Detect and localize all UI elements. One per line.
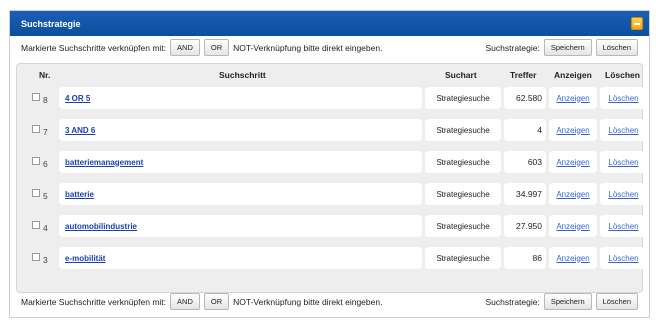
or-button[interactable]: OR — [203, 39, 230, 56]
show-cell: Anzeigen — [549, 183, 597, 205]
header-hits: Treffer — [510, 70, 537, 80]
step-link[interactable]: automobilindustrie — [65, 222, 137, 231]
delete-cell: Löschen — [600, 247, 647, 269]
table-header: Nr. Suchschritt Suchart Treffer Anzeigen… — [17, 68, 642, 84]
hits-cell: 4 — [504, 119, 546, 141]
show-link[interactable]: Anzeigen — [556, 254, 589, 263]
delete-cell: Löschen — [600, 151, 647, 173]
type-cell: Strategiesuche — [425, 119, 501, 141]
delete-link[interactable]: Löschen — [608, 190, 638, 199]
and-button[interactable]: AND — [170, 39, 200, 56]
row-checkbox[interactable] — [32, 253, 40, 261]
combine-label: Markierte Suchschritte verknüpfen mit: — [21, 42, 167, 53]
not-hint: NOT-Verknüpfung bitte direkt eingeben. — [233, 42, 383, 53]
row-number: 8 — [43, 95, 48, 105]
strategy-label: Suchstrategie: — [485, 42, 540, 53]
row-checkbox[interactable] — [32, 221, 40, 229]
delete-cell: Löschen — [600, 119, 647, 141]
step-cell: e-mobilität — [59, 247, 422, 269]
delete-link[interactable]: Löschen — [608, 94, 638, 103]
search-steps-table: Nr. Suchschritt Suchart Treffer Anzeigen… — [16, 63, 647, 293]
step-cell: batteriemanagement — [59, 151, 422, 173]
hits-cell: 27.950 — [504, 215, 546, 237]
hits-cell: 86 — [504, 247, 546, 269]
type-cell: Strategiesuche — [425, 183, 501, 205]
type-cell: Strategiesuche — [425, 151, 501, 173]
show-link[interactable]: Anzeigen — [556, 158, 589, 167]
step-link[interactable]: batteriemanagement — [65, 158, 143, 167]
step-link[interactable]: e-mobilität — [65, 254, 105, 263]
table-row: 6 batteriemanagement Strategiesuche 603 … — [17, 151, 647, 173]
show-cell: Anzeigen — [549, 87, 597, 109]
delete-link[interactable]: Löschen — [608, 158, 638, 167]
header-step: Suchschritt — [219, 70, 266, 80]
header-nr: Nr. — [39, 70, 51, 80]
panel-title: Suchstrategie — [21, 18, 81, 29]
delete-strategy-button[interactable]: Löschen — [595, 293, 638, 310]
delete-cell: Löschen — [600, 215, 647, 237]
delete-link[interactable]: Löschen — [608, 126, 638, 135]
row-number: 3 — [43, 255, 48, 265]
hits-cell: 603 — [504, 151, 546, 173]
strategy-label: Suchstrategie: — [485, 296, 540, 307]
show-cell: Anzeigen — [549, 215, 597, 237]
delete-link[interactable]: Löschen — [608, 254, 638, 263]
type-cell: Strategiesuche — [425, 87, 501, 109]
delete-link[interactable]: Löschen — [608, 222, 638, 231]
step-link[interactable]: 3 AND 6 — [65, 126, 95, 135]
row-number: 7 — [43, 127, 48, 137]
save-button[interactable]: Speichern — [543, 293, 592, 310]
show-link[interactable]: Anzeigen — [556, 126, 589, 135]
bottom-toolbar: Markierte Suchschritte verknüpfen mit: A… — [10, 290, 649, 313]
search-strategy-panel: Suchstrategie Markierte Suchschritte ver… — [9, 10, 650, 318]
collapse-icon[interactable] — [631, 17, 643, 30]
delete-cell: Löschen — [600, 183, 647, 205]
delete-cell: Löschen — [600, 87, 647, 109]
show-cell: Anzeigen — [549, 151, 597, 173]
table-row: 5 batterie Strategiesuche 34.997 Anzeige… — [17, 183, 647, 205]
row-checkbox[interactable] — [32, 93, 40, 101]
table-row: 4 automobilindustrie Strategiesuche 27.9… — [17, 215, 647, 237]
step-cell: automobilindustrie — [59, 215, 422, 237]
not-hint: NOT-Verknüpfung bitte direkt eingeben. — [233, 296, 383, 307]
step-cell: batterie — [59, 183, 422, 205]
table-row: 7 3 AND 6 Strategiesuche 4 Anzeigen Lösc… — [17, 119, 647, 141]
type-cell: Strategiesuche — [425, 215, 501, 237]
and-button[interactable]: AND — [170, 293, 200, 310]
row-checkbox[interactable] — [32, 157, 40, 165]
step-cell: 4 OR 5 — [59, 87, 422, 109]
show-link[interactable]: Anzeigen — [556, 190, 589, 199]
header-delete: Löschen — [605, 70, 640, 80]
type-cell: Strategiesuche — [425, 247, 501, 269]
combine-label: Markierte Suchschritte verknüpfen mit: — [21, 296, 167, 307]
step-cell: 3 AND 6 — [59, 119, 422, 141]
or-button[interactable]: OR — [203, 293, 230, 310]
table-row: 8 4 OR 5 Strategiesuche 62.580 Anzeigen … — [17, 87, 647, 109]
header-show: Anzeigen — [554, 70, 592, 80]
top-toolbar: Markierte Suchschritte verknüpfen mit: A… — [10, 36, 649, 59]
step-link[interactable]: 4 OR 5 — [65, 94, 90, 103]
row-number: 4 — [43, 223, 48, 233]
save-button[interactable]: Speichern — [543, 39, 592, 56]
show-link[interactable]: Anzeigen — [556, 94, 589, 103]
hits-cell: 62.580 — [504, 87, 546, 109]
table-row: 3 e-mobilität Strategiesuche 86 Anzeigen… — [17, 247, 647, 269]
row-number: 6 — [43, 159, 48, 169]
step-link[interactable]: batterie — [65, 190, 94, 199]
show-link[interactable]: Anzeigen — [556, 222, 589, 231]
hits-cell: 34.997 — [504, 183, 546, 205]
show-cell: Anzeigen — [549, 247, 597, 269]
header-type: Suchart — [445, 70, 477, 80]
delete-strategy-button[interactable]: Löschen — [595, 39, 638, 56]
show-cell: Anzeigen — [549, 119, 597, 141]
panel-titlebar: Suchstrategie — [10, 11, 649, 36]
row-checkbox[interactable] — [32, 125, 40, 133]
row-number: 5 — [43, 191, 48, 201]
row-checkbox[interactable] — [32, 189, 40, 197]
